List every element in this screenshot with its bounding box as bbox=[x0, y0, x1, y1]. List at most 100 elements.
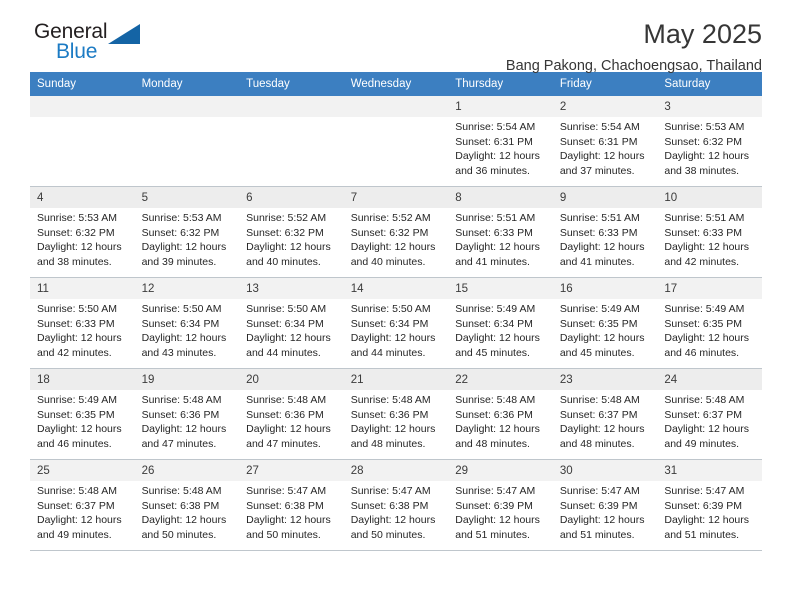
sunset-time: Sunset: 6:31 PM bbox=[455, 135, 533, 148]
calendar-day-cell[interactable]: 9 Sunrise: 5:51 AM Sunset: 6:33 PM Daylight… bbox=[552, 186, 658, 278]
sunrise-time: Sunrise: 5:48 AM bbox=[559, 394, 640, 406]
calendar-day-cell[interactable]: 21 Sunrise: 5:48 AM Sunset: 6:36 PM Dayligh… bbox=[343, 368, 449, 460]
sunrise-time: Sunrise: 5:51 AM bbox=[455, 212, 536, 224]
general-blue-logo[interactable]: General Blue bbox=[30, 18, 150, 68]
calendar-day-cell[interactable]: 3 Sunrise: 5:53 AM Sunset: 6:32 PM Daylight… bbox=[657, 96, 762, 187]
day-number: 10 bbox=[657, 187, 762, 208]
day-details: Sunrise: 5:47 AM Sunset: 6:38 PM Daylight:… bbox=[344, 481, 449, 542]
calendar-day-cell[interactable]: 6 Sunrise: 5:52 AM Sunset: 6:32 PM Daylight… bbox=[239, 186, 344, 278]
sunset-time: Sunset: 6:34 PM bbox=[350, 317, 429, 330]
calendar-day-cell[interactable]: 2 Sunrise: 5:54 AM Sunset: 6:31 PM Daylight… bbox=[552, 96, 658, 187]
calendar-day-cell[interactable]: 30 Sunrise: 5:47 AM Sunset: 6:39 PM Dayligh… bbox=[552, 459, 658, 551]
day-details: Sunrise: 5:50 AM Sunset: 6:33 PM Daylight:… bbox=[30, 299, 135, 360]
calendar-day-cell[interactable]: 22 Sunrise: 5:48 AM Sunset: 6:36 PM Dayligh… bbox=[448, 368, 553, 460]
sunset-time: Sunset: 6:33 PM bbox=[559, 226, 638, 239]
sunrise-time: Sunrise: 5:48 AM bbox=[37, 485, 117, 497]
sunrise-time: Sunrise: 5:47 AM bbox=[350, 485, 431, 497]
sunset-time: Sunset: 6:32 PM bbox=[37, 226, 115, 239]
calendar-day-cell[interactable]: 25 Sunrise: 5:48 AM Sunset: 6:37 PM Dayligh… bbox=[30, 459, 135, 551]
calendar-day-cell[interactable]: 5 Sunrise: 5:53 AM Sunset: 6:32 PM Daylight… bbox=[134, 186, 240, 278]
day-details: Sunrise: 5:47 AM Sunset: 6:39 PM Daylight:… bbox=[448, 481, 553, 542]
sunset-time: Sunset: 6:37 PM bbox=[37, 499, 115, 512]
daylight-duration-line2: and 42 minutes. bbox=[37, 346, 112, 359]
daylight-duration-line1: Daylight: 12 hours bbox=[559, 150, 645, 162]
weekday-header-tuesday: Tuesday bbox=[239, 72, 344, 96]
daylight-duration-line1: Daylight: 12 hours bbox=[455, 241, 540, 253]
daylight-duration-line2: and 51 minutes. bbox=[559, 528, 635, 541]
daylight-duration-line2: and 48 minutes. bbox=[350, 437, 426, 450]
daylight-duration-line2: and 39 minutes. bbox=[141, 255, 217, 268]
day-details: Sunrise: 5:48 AM Sunset: 6:36 PM Daylight:… bbox=[448, 390, 553, 451]
daylight-duration-line2: and 36 minutes. bbox=[455, 164, 530, 177]
calendar-week-row: 1 Sunrise: 5:54 AM Sunset: 6:31 PM Daylight… bbox=[30, 96, 762, 187]
sunrise-time: Sunrise: 5:48 AM bbox=[246, 394, 327, 406]
sunset-time: Sunset: 6:32 PM bbox=[350, 226, 429, 239]
sunset-time: Sunset: 6:33 PM bbox=[37, 317, 115, 330]
daylight-duration-line2: and 37 minutes. bbox=[559, 164, 635, 177]
calendar-day-cell[interactable]: 14 Sunrise: 5:50 AM Sunset: 6:34 PM Dayligh… bbox=[343, 277, 449, 369]
daylight-duration-line2: and 48 minutes. bbox=[455, 437, 530, 450]
daylight-duration-line2: and 38 minutes. bbox=[664, 164, 740, 177]
calendar-day-cell[interactable]: 17 Sunrise: 5:49 AM Sunset: 6:35 PM Dayligh… bbox=[657, 277, 762, 369]
calendar-day-cell[interactable]: 27 Sunrise: 5:47 AM Sunset: 6:38 PM Dayligh… bbox=[239, 459, 344, 551]
calendar-day-cell[interactable]: 23 Sunrise: 5:48 AM Sunset: 6:37 PM Dayligh… bbox=[552, 368, 658, 460]
daylight-duration-line1: Daylight: 12 hours bbox=[664, 423, 750, 435]
daylight-duration-line2: and 47 minutes. bbox=[246, 437, 321, 450]
calendar-day-cell[interactable]: 31 Sunrise: 5:47 AM Sunset: 6:39 PM Dayligh… bbox=[657, 459, 762, 551]
daylight-duration-line1: Daylight: 12 hours bbox=[559, 241, 645, 253]
calendar-day-cell[interactable]: 20 Sunrise: 5:48 AM Sunset: 6:36 PM Dayligh… bbox=[239, 368, 344, 460]
calendar-day-cell[interactable]: 7 Sunrise: 5:52 AM Sunset: 6:32 PM Daylight… bbox=[343, 186, 449, 278]
calendar-day-cell-empty bbox=[239, 96, 344, 187]
calendar-day-cell[interactable]: 29 Sunrise: 5:47 AM Sunset: 6:39 PM Dayligh… bbox=[448, 459, 553, 551]
calendar-day-cell[interactable]: 8 Sunrise: 5:51 AM Sunset: 6:33 PM Daylight… bbox=[448, 186, 553, 278]
day-number: 8 bbox=[448, 187, 553, 208]
sunset-time: Sunset: 6:32 PM bbox=[246, 226, 324, 239]
day-details: Sunrise: 5:48 AM Sunset: 6:37 PM Daylight:… bbox=[30, 481, 135, 542]
daylight-duration-line1: Daylight: 12 hours bbox=[246, 423, 331, 435]
day-number: 6 bbox=[239, 187, 344, 208]
day-number bbox=[30, 96, 135, 117]
calendar-day-cell[interactable]: 15 Sunrise: 5:49 AM Sunset: 6:34 PM Dayligh… bbox=[448, 277, 553, 369]
day-details: Sunrise: 5:50 AM Sunset: 6:34 PM Daylight:… bbox=[344, 299, 449, 360]
daylight-duration-line1: Daylight: 12 hours bbox=[37, 332, 122, 344]
calendar-table: Sunday Monday Tuesday Wednesday Thursday… bbox=[30, 72, 762, 551]
daylight-duration-line1: Daylight: 12 hours bbox=[664, 514, 750, 526]
day-number: 17 bbox=[657, 278, 762, 299]
calendar-day-cell[interactable]: 18 Sunrise: 5:49 AM Sunset: 6:35 PM Dayligh… bbox=[30, 368, 135, 460]
daylight-duration-line2: and 40 minutes. bbox=[246, 255, 321, 268]
day-number: 12 bbox=[134, 278, 240, 299]
calendar-day-cell[interactable]: 26 Sunrise: 5:48 AM Sunset: 6:38 PM Dayligh… bbox=[134, 459, 240, 551]
sunset-time: Sunset: 6:36 PM bbox=[246, 408, 324, 421]
calendar-day-cell[interactable]: 12 Sunrise: 5:50 AM Sunset: 6:34 PM Dayligh… bbox=[134, 277, 240, 369]
day-details: Sunrise: 5:49 AM Sunset: 6:34 PM Daylight:… bbox=[448, 299, 553, 360]
sunrise-time: Sunrise: 5:48 AM bbox=[141, 485, 222, 497]
daylight-duration-line2: and 46 minutes. bbox=[664, 346, 740, 359]
daylight-duration-line1: Daylight: 12 hours bbox=[141, 514, 227, 526]
sunset-time: Sunset: 6:31 PM bbox=[559, 135, 638, 148]
calendar-day-cell[interactable]: 19 Sunrise: 5:48 AM Sunset: 6:36 PM Dayligh… bbox=[134, 368, 240, 460]
calendar-day-cell[interactable]: 28 Sunrise: 5:47 AM Sunset: 6:38 PM Dayligh… bbox=[343, 459, 449, 551]
daylight-duration-line2: and 49 minutes. bbox=[37, 528, 112, 541]
day-details: Sunrise: 5:49 AM Sunset: 6:35 PM Daylight:… bbox=[30, 390, 135, 451]
day-number: 31 bbox=[657, 460, 762, 481]
calendar-day-cell[interactable]: 24 Sunrise: 5:48 AM Sunset: 6:37 PM Dayligh… bbox=[657, 368, 762, 460]
sunset-time: Sunset: 6:33 PM bbox=[455, 226, 533, 239]
calendar-day-cell[interactable]: 10 Sunrise: 5:51 AM Sunset: 6:33 PM Dayligh… bbox=[657, 186, 762, 278]
daylight-duration-line1: Daylight: 12 hours bbox=[559, 514, 645, 526]
day-details: Sunrise: 5:51 AM Sunset: 6:33 PM Daylight:… bbox=[553, 208, 658, 269]
sunrise-time: Sunrise: 5:47 AM bbox=[559, 485, 640, 497]
daylight-duration-line2: and 50 minutes. bbox=[246, 528, 321, 541]
day-details: Sunrise: 5:52 AM Sunset: 6:32 PM Daylight:… bbox=[239, 208, 344, 269]
calendar-day-cell[interactable]: 4 Sunrise: 5:53 AM Sunset: 6:32 PM Daylight… bbox=[30, 186, 135, 278]
day-number bbox=[239, 96, 344, 117]
daylight-duration-line1: Daylight: 12 hours bbox=[559, 332, 645, 344]
sunrise-time: Sunrise: 5:53 AM bbox=[664, 121, 745, 133]
calendar-day-cell[interactable]: 11 Sunrise: 5:50 AM Sunset: 6:33 PM Dayligh… bbox=[30, 277, 135, 369]
calendar-day-cell[interactable]: 13 Sunrise: 5:50 AM Sunset: 6:34 PM Dayligh… bbox=[239, 277, 344, 369]
title-block: May 2025 Bang Pakong, Chachoengsao, Thai… bbox=[506, 18, 762, 76]
day-number: 25 bbox=[30, 460, 135, 481]
calendar-day-cell[interactable]: 1 Sunrise: 5:54 AM Sunset: 6:31 PM Daylight… bbox=[448, 96, 553, 187]
sunset-time: Sunset: 6:35 PM bbox=[559, 317, 638, 330]
calendar-day-cell[interactable]: 16 Sunrise: 5:49 AM Sunset: 6:35 PM Dayligh… bbox=[552, 277, 658, 369]
sunset-time: Sunset: 6:35 PM bbox=[37, 408, 115, 421]
